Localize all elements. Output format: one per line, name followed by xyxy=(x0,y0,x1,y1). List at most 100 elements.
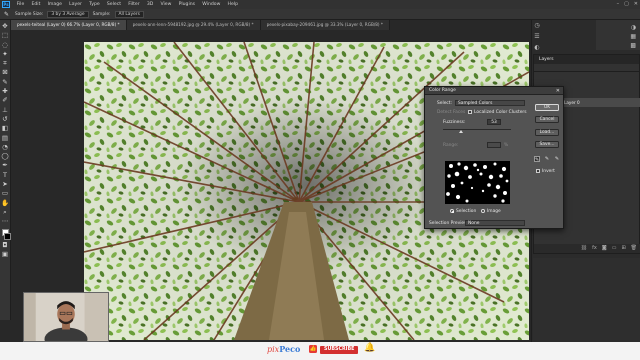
brand-logo: pixPeco xyxy=(267,344,300,354)
menu-3d[interactable]: 3D xyxy=(143,2,157,7)
properties-icon[interactable]: ☰ xyxy=(534,33,539,40)
photoshop-window: Ps File Edit Image Layer Type Select Fil… xyxy=(0,0,640,360)
menu-view[interactable]: View xyxy=(157,2,175,7)
fuzziness-input[interactable]: 53 xyxy=(487,119,501,125)
healing-brush-icon[interactable]: ✚ xyxy=(1,87,9,95)
eyedropper-tool-icon[interactable]: ✎ xyxy=(1,78,9,86)
color-range-dialog: Color Range ✕ Select: Sampled Colors Det… xyxy=(424,86,564,229)
adjust-icon[interactable]: ◑ xyxy=(631,24,636,31)
range-unit: % xyxy=(504,143,509,148)
trash-icon[interactable]: 🗑 xyxy=(631,244,637,253)
lasso-tool-icon[interactable]: ◌ xyxy=(1,41,9,49)
select-label: Select: xyxy=(437,101,453,106)
marquee-tool-icon[interactable]: ⬚ xyxy=(1,31,9,39)
gradient-tool-icon[interactable]: ▤ xyxy=(1,134,9,142)
fx-icon[interactable]: fx xyxy=(592,244,597,253)
subscribe-button[interactable]: SUBSCRIBE xyxy=(320,346,359,354)
sample-size-select[interactable]: 3 by 3 Average xyxy=(47,10,89,18)
dodge-tool-icon[interactable]: ◯ xyxy=(1,152,9,160)
invert-checkbox[interactable] xyxy=(536,169,540,173)
folder-icon[interactable]: ▭ xyxy=(612,244,617,253)
selection-radio[interactable] xyxy=(450,209,454,213)
crop-tool-icon[interactable]: ⌗ xyxy=(1,59,9,67)
minimize-icon[interactable]: – xyxy=(617,1,620,7)
thumbs-up-icon[interactable]: 👍 xyxy=(309,345,317,353)
type-tool-icon[interactable]: T xyxy=(1,171,9,179)
menu-filter[interactable]: Filter xyxy=(125,2,144,7)
dialog-close-icon[interactable]: ✕ xyxy=(556,87,560,95)
collapsed-panels: ◷ ☰ ◐ xyxy=(531,22,543,51)
menu-layer[interactable]: Layer xyxy=(66,2,86,7)
menu-type[interactable]: Type xyxy=(86,2,104,7)
localized-clusters-checkbox[interactable] xyxy=(468,110,472,114)
eyedropper-sample-icon[interactable]: ✎ xyxy=(534,156,540,163)
ok-button[interactable]: OK xyxy=(535,104,559,111)
selection-preview-value: None xyxy=(468,221,480,226)
blur-tool-icon[interactable]: ◔ xyxy=(1,143,9,151)
close-icon[interactable]: ✕ xyxy=(634,1,638,7)
menu-image[interactable]: Image xyxy=(44,2,66,7)
libraries-icon[interactable]: ▦ xyxy=(630,33,636,40)
brush-tool-icon[interactable]: ✐ xyxy=(1,96,9,104)
window-controls: – ▢ ✕ xyxy=(617,1,638,7)
layers-panel-header: Layers xyxy=(534,55,639,64)
layers-footer: ⛓ fx ◙ ▭ ⊞ 🗑 xyxy=(534,244,640,253)
selection-preview-select[interactable]: None xyxy=(465,220,525,226)
tab-document-2[interactable]: pexels-ann-lenn-5948192.jpg @ 29.4% (Lay… xyxy=(126,20,261,30)
screen-mode-icon[interactable]: ▣ xyxy=(1,250,9,258)
menu-select[interactable]: Select xyxy=(103,2,124,7)
swatches-icon[interactable]: ▩ xyxy=(630,42,636,49)
eraser-tool-icon[interactable]: ◧ xyxy=(1,124,9,132)
tab-document-1[interactable]: pexels-teiteal (Layer 0) 66.7% (Layer 0,… xyxy=(11,20,127,30)
frame-tool-icon[interactable]: ⊠ xyxy=(1,68,9,76)
background-color-swatch[interactable] xyxy=(4,232,11,240)
eyedropper-icon[interactable]: ✎ xyxy=(4,11,11,18)
menu-bar: Ps File Edit Image Layer Type Select Fil… xyxy=(0,0,640,9)
layer-name: Layer 0 xyxy=(564,100,580,105)
zoom-tool-icon[interactable]: ⌕ xyxy=(1,208,9,216)
maximize-icon[interactable]: ▢ xyxy=(624,1,629,7)
select-dropdown[interactable]: Sampled Colors xyxy=(455,100,525,106)
move-tool-icon[interactable]: ✥ xyxy=(1,22,9,30)
menu-edit[interactable]: Edit xyxy=(28,2,44,7)
history-brush-icon[interactable]: ↺ xyxy=(1,115,9,123)
tab-layers[interactable]: Layers xyxy=(539,55,554,64)
eyedropper-add-icon[interactable]: ✎ xyxy=(544,156,550,162)
hand-tool-icon[interactable]: ✋ xyxy=(1,199,9,207)
fuzziness-slider-thumb[interactable] xyxy=(459,130,464,133)
link-icon[interactable]: ⛓ xyxy=(581,244,587,253)
save-button[interactable]: Save... xyxy=(535,141,559,148)
dialog-title: Color Range xyxy=(425,87,563,95)
image-radio[interactable] xyxy=(481,209,485,213)
path-select-icon[interactable]: ➤ xyxy=(1,180,9,188)
quick-mask-icon[interactable]: ◘ xyxy=(1,241,9,249)
cancel-button[interactable]: Cancel xyxy=(535,116,559,123)
adjustments-icon[interactable]: ◐ xyxy=(534,44,539,51)
bell-icon[interactable]: 🔔 xyxy=(364,343,375,353)
image-radio-label: Image xyxy=(487,209,501,214)
eyedropper-subtract-icon[interactable]: ✎ xyxy=(554,156,560,162)
new-layer-icon[interactable]: ⊞ xyxy=(621,244,625,253)
app-logo[interactable]: Ps xyxy=(2,1,10,8)
clone-stamp-icon[interactable]: ⊥ xyxy=(1,106,9,114)
menu-plugins[interactable]: Plugins xyxy=(175,2,199,7)
load-button[interactable]: Load... xyxy=(535,129,559,136)
selection-preview-label: Selection Preview: xyxy=(429,221,469,226)
menu-file[interactable]: File xyxy=(13,2,28,7)
shape-tool-icon[interactable]: ▭ xyxy=(1,189,9,197)
pen-tool-icon[interactable]: ✒ xyxy=(1,161,9,169)
menu-help[interactable]: Help xyxy=(224,2,242,7)
history-icon[interactable]: ◷ xyxy=(534,22,539,29)
selection-preview-thumbnail xyxy=(445,161,510,204)
mask-icon[interactable]: ◙ xyxy=(602,244,607,253)
sample-size-label: Sample Size: xyxy=(15,11,44,17)
more-tools-icon[interactable]: ⋯ xyxy=(1,217,9,225)
brand-name-part1: pix xyxy=(267,345,280,354)
sample-label: Sample: xyxy=(92,11,111,17)
menu-window[interactable]: Window xyxy=(199,2,224,7)
sample-select[interactable]: All Layers xyxy=(114,10,144,18)
quick-select-tool-icon[interactable]: ✦ xyxy=(1,50,9,58)
fuzziness-slider[interactable] xyxy=(443,129,511,130)
range-input xyxy=(487,142,501,148)
tab-document-3[interactable]: pexels-pixabay-209461.jpg @ 33.3% (Layer… xyxy=(260,20,390,30)
